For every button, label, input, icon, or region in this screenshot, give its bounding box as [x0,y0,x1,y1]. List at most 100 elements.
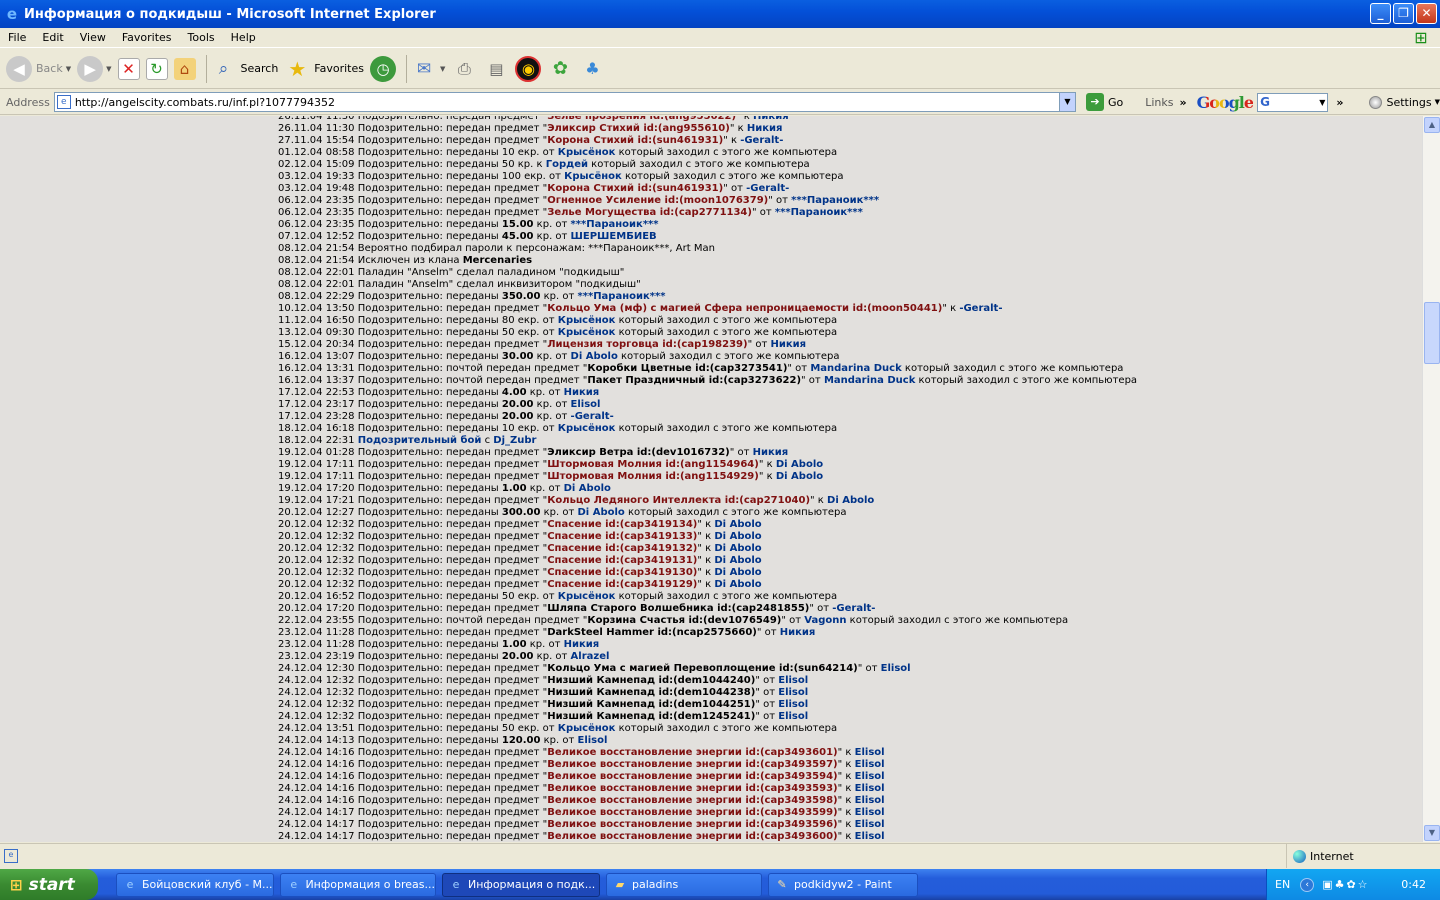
player-link[interactable]: Elisol [778,699,808,710]
player-link[interactable]: Di Abolo [776,459,823,470]
player-link[interactable]: ШЕРШЕМБИЕВ [571,231,657,242]
menu-help[interactable]: Help [223,31,264,44]
menu-edit[interactable]: Edit [34,31,71,44]
player-link[interactable]: Никия [564,387,600,398]
scroll-down-icon[interactable]: ▼ [1424,825,1440,841]
player-link[interactable]: Гордей [546,159,588,170]
player-link[interactable]: Подозрительный бой [358,435,482,446]
player-link[interactable]: ***Параноик*** [571,219,659,230]
player-link[interactable]: Di Abolo [827,495,874,506]
chevron-down-icon[interactable]: ▼ [106,65,111,73]
player-link[interactable]: Mandarina Duck [824,375,915,386]
links-button[interactable]: Links» [1145,96,1186,109]
messenger-button[interactable]: ♣ [579,52,605,86]
restore-button[interactable]: ❐ [1393,3,1414,24]
player-link[interactable]: Elisol [571,399,601,410]
language-indicator[interactable]: EN [1275,878,1290,891]
player-link[interactable]: Elisol [855,759,885,770]
player-link[interactable]: Elisol [855,747,885,758]
combats-button[interactable]: ◉ [515,52,542,86]
player-link[interactable]: Di Abolo [564,483,611,494]
player-link[interactable]: Elisol [855,795,885,806]
chevron-down-icon[interactable]: ▼ [66,65,71,73]
minimize-button[interactable]: _ [1370,3,1391,24]
player-link[interactable]: Elisol [855,831,885,842]
player-link[interactable]: Elisol [855,771,885,782]
home-button[interactable]: ⌂ [173,52,196,86]
player-link[interactable]: Крысёнок [558,327,616,338]
player-link[interactable]: ***Параноик*** [775,207,863,218]
chevron-right-icon[interactable]: » [1336,96,1343,109]
player-link[interactable]: Di Abolo [714,543,761,554]
taskbar-button[interactable]: e Информация о breas... [280,872,436,897]
player-link[interactable]: Никия [753,116,789,122]
player-link[interactable]: Di Abolo [714,519,761,530]
menu-file[interactable]: File [0,31,34,44]
scroll-up-icon[interactable]: ▲ [1424,117,1440,133]
player-link[interactable]: Elisol [855,807,885,818]
vertical-scrollbar[interactable]: ▲ ▼ [1422,116,1440,842]
address-input[interactable]: e http://angelscity.combats.ru/inf.pl?10… [53,92,1076,112]
close-button[interactable]: ✕ [1416,3,1437,24]
refresh-button[interactable]: ↻ [145,52,168,86]
tray-icons[interactable]: ▣♣✿☆ [1322,878,1369,891]
player-link[interactable]: Vagonn [804,615,846,626]
player-link[interactable]: Elisol [881,663,911,674]
player-link[interactable]: Elisol [778,687,808,698]
search-button[interactable]: ⌕ Search [211,52,279,86]
icq-button[interactable]: ✿ [547,52,573,86]
player-link[interactable]: Di Abolo [578,507,625,518]
menu-favorites[interactable]: Favorites [114,31,180,44]
google-search-select[interactable]: G ▼ [1257,92,1329,112]
player-link[interactable]: ***Параноик*** [791,195,879,206]
scroll-thumb[interactable] [1424,302,1440,364]
player-link[interactable]: Mandarina Duck [810,363,901,374]
player-link[interactable]: Di Abolo [714,579,761,590]
player-link[interactable]: -Geralt- [746,183,789,194]
player-link[interactable]: Di Abolo [776,471,823,482]
player-link[interactable]: Elisol [578,735,608,746]
player-link[interactable]: Крысёнок [558,315,616,326]
menu-view[interactable]: View [72,31,114,44]
forward-button[interactable]: ▶ ▼ [77,52,112,86]
player-link[interactable]: Никия [747,123,783,134]
go-button[interactable]: ➔ Go [1082,93,1123,111]
player-link[interactable]: ***Параноик*** [578,291,666,302]
player-link[interactable]: -Geralt- [571,411,614,422]
history-button[interactable]: ◷ [370,52,396,86]
player-link[interactable]: Dj_Zubr [493,435,536,446]
player-link[interactable]: -Geralt- [740,135,783,146]
player-link[interactable]: Di Abolo [571,351,618,362]
chevron-down-icon[interactable]: ▼ [440,65,445,73]
player-link[interactable]: Никия [780,627,816,638]
player-link[interactable]: Elisol [855,819,885,830]
player-link[interactable]: Elisol [778,711,808,722]
taskbar-button[interactable]: e Информация о подк... [442,872,600,897]
back-button[interactable]: ◀ Back ▼ [6,52,71,86]
player-link[interactable]: -Geralt- [832,603,875,614]
player-link[interactable]: Крысёнок [564,171,622,182]
player-link[interactable]: Alrazel [571,651,610,662]
player-link[interactable]: Крысёнок [558,423,616,434]
player-link[interactable]: Никия [753,447,789,458]
player-link[interactable]: -Geralt- [959,303,1002,314]
chevron-down-icon[interactable]: ▼ [1058,93,1075,111]
player-link[interactable]: Di Abolo [714,567,761,578]
taskbar-button[interactable]: ✎ podkidyw2 - Paint [768,872,918,897]
taskbar-button[interactable]: ▰ paladins [606,872,762,897]
player-link[interactable]: Никия [770,339,806,350]
tray-expand-icon[interactable]: ‹ [1300,877,1315,892]
menu-tools[interactable]: Tools [180,31,223,44]
mail-button[interactable]: ✉ ▼ [411,52,446,86]
player-link[interactable]: Elisol [778,675,808,686]
stop-button[interactable]: ✕ [117,52,140,86]
player-link[interactable]: Крысёнок [558,723,616,734]
edit-button[interactable]: ▤ [483,52,509,86]
address-url[interactable]: http://angelscity.combats.ru/inf.pl?1077… [75,96,1059,109]
taskbar-button[interactable]: e Бойцовский клуб - M... [116,872,274,897]
player-link[interactable]: Никия [564,639,600,650]
start-button[interactable]: ⊞ start [0,869,98,900]
player-link[interactable]: Elisol [855,783,885,794]
favorites-button[interactable]: ★ Favorites [284,52,364,86]
player-link[interactable]: Крысёнок [558,147,616,158]
